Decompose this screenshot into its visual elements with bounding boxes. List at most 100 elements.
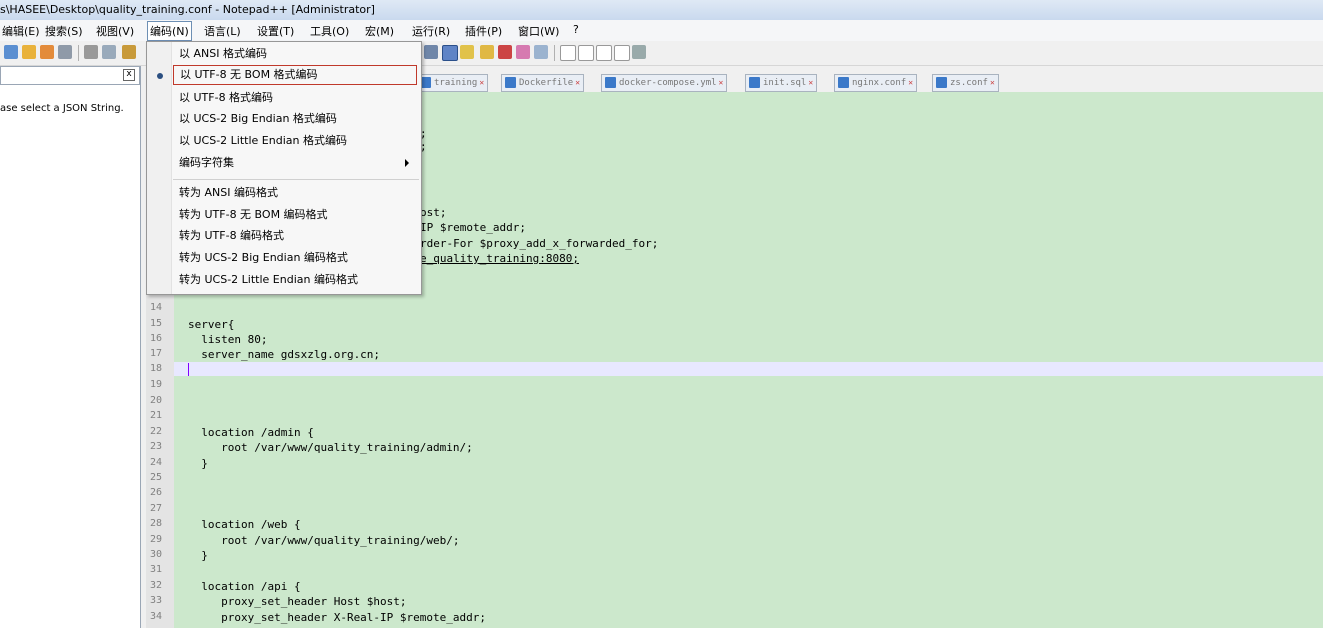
run-macro-multiple-icon[interactable] — [614, 45, 630, 61]
line-number: 32 — [150, 580, 163, 591]
function-list-icon[interactable] — [480, 45, 494, 59]
menu-encoding[interactable]: 编码(N) — [147, 21, 192, 41]
code-line: root /var/www/quality_training/web/; — [188, 534, 460, 547]
tab-close-icon[interactable]: ✕ — [990, 75, 995, 91]
close-all-icon[interactable] — [40, 45, 54, 59]
line-number: 31 — [150, 564, 163, 575]
line-number: 28 — [150, 518, 163, 529]
tab-label: nginx.conf — [852, 78, 907, 88]
monitoring-icon[interactable] — [516, 45, 530, 59]
menu-encode-ucs2-be[interactable]: 以 UCS-2 Big Endian 格式编码 — [173, 109, 417, 129]
tab-init-sql[interactable]: init.sql ✕ — [745, 74, 818, 92]
line-number: 26 — [150, 487, 163, 498]
menu-encode-utf8-no-bom[interactable]: 以 UTF-8 无 BOM 格式编码 — [173, 65, 417, 85]
code-line: location /web { — [188, 518, 301, 531]
tab-nginx-conf[interactable]: nginx.conf ✕ — [834, 74, 918, 92]
show-all-chars-icon[interactable] — [424, 45, 438, 59]
code-line: listen 80; — [188, 333, 268, 346]
menu-convert-ansi[interactable]: 转为 ANSI 编码格式 — [173, 183, 417, 203]
line-number: 19 — [150, 379, 163, 390]
text-caret — [188, 363, 189, 376]
menu-charset-submenu[interactable]: 编码字符集 — [173, 153, 417, 173]
menu-convert-ucs2-le[interactable]: 转为 UCS-2 Little Endian 编码格式 — [173, 270, 417, 290]
panel-message: ase select a JSON String. — [0, 103, 124, 114]
tab-training[interactable]: training ✕ — [416, 74, 489, 92]
menu-settings[interactable]: 设置(T) — [255, 23, 296, 39]
panel-header: x — [0, 66, 140, 85]
menu-plugins[interactable]: 插件(P) — [463, 23, 504, 39]
save-macro-icon[interactable] — [632, 45, 646, 59]
line-number: 33 — [150, 595, 163, 606]
menu-search[interactable]: 搜索(S) — [43, 23, 85, 39]
eye-icon[interactable] — [534, 45, 548, 59]
print-icon[interactable] — [58, 45, 72, 59]
line-number: 24 — [150, 457, 163, 468]
line-number: 30 — [150, 549, 163, 560]
record-macro-icon[interactable] — [560, 45, 576, 61]
encoding-dropdown-menu: 以 ANSI 格式编码 以 UTF-8 无 BOM 格式编码 以 UTF-8 格… — [146, 41, 422, 295]
file-icon — [605, 77, 616, 88]
code-line: } — [188, 457, 208, 470]
menu-convert-utf8[interactable]: 转为 UTF-8 编码格式 — [173, 226, 417, 246]
tab-close-icon[interactable]: ✕ — [479, 75, 484, 91]
tab-close-icon[interactable]: ✕ — [908, 75, 913, 91]
menu-help[interactable]: ? — [571, 23, 581, 36]
menu-convert-utf8-no-bom[interactable]: 转为 UTF-8 无 BOM 编码格式 — [173, 205, 417, 225]
toolbar-separator — [554, 45, 555, 61]
menu-edit[interactable]: 编辑(E) — [0, 23, 42, 39]
tab-close-icon[interactable]: ✕ — [719, 75, 724, 91]
window-title: s\HASEE\Desktop\quality_training.conf - … — [0, 3, 375, 16]
line-number: 16 — [150, 333, 163, 344]
menu-encode-ansi[interactable]: 以 ANSI 格式编码 — [173, 44, 417, 64]
submenu-arrow-icon — [405, 159, 409, 167]
tab-docker-compose[interactable]: docker-compose.yml ✕ — [601, 74, 728, 92]
copy-icon[interactable] — [102, 45, 116, 59]
tab-label: docker-compose.yml — [619, 78, 717, 88]
code-line: server_name gdsxzlg.org.cn; — [188, 348, 381, 361]
menu-icon-column — [147, 42, 172, 294]
current-line-highlight — [174, 362, 1323, 376]
title-bar: s\HASEE\Desktop\quality_training.conf - … — [0, 0, 1323, 21]
file-icon — [749, 77, 760, 88]
tab-close-icon[interactable]: ✕ — [808, 75, 813, 91]
code-line: location /admin { — [188, 426, 314, 439]
charset-label: 编码字符集 — [179, 156, 234, 169]
indent-guide-icon[interactable] — [442, 45, 458, 61]
document-map-icon[interactable] — [460, 45, 474, 59]
tab-zs-conf[interactable]: zs.conf ✕ — [932, 74, 999, 92]
code-line: proxy_set_header Host $host; — [188, 595, 407, 608]
line-number: 21 — [150, 410, 163, 421]
menu-encode-ucs2-le[interactable]: 以 UCS-2 Little Endian 格式编码 — [173, 131, 417, 151]
menu-language[interactable]: 语言(L) — [202, 23, 243, 39]
menu-run[interactable]: 运行(R) — [410, 23, 452, 39]
cut-icon[interactable] — [84, 45, 98, 59]
menu-macro[interactable]: 宏(M) — [363, 23, 396, 39]
menu-convert-ucs2-be[interactable]: 转为 UCS-2 Big Endian 编码格式 — [173, 248, 417, 268]
line-number: 18 — [150, 363, 163, 374]
tab-label: zs.conf — [950, 78, 988, 88]
play-macro-icon[interactable] — [596, 45, 612, 61]
menu-tools[interactable]: 工具(O) — [308, 23, 351, 39]
line-number: 23 — [150, 441, 163, 452]
menu-view[interactable]: 视图(V) — [94, 23, 136, 39]
menu-window[interactable]: 窗口(W) — [516, 23, 561, 39]
menu-encode-utf8[interactable]: 以 UTF-8 格式编码 — [173, 88, 417, 108]
code-line: root /var/www/quality_training/admin/; — [188, 441, 473, 454]
tab-dockerfile[interactable]: Dockerfile ✕ — [501, 74, 585, 92]
json-viewer-panel: x ase select a JSON String. — [0, 66, 141, 628]
line-number: 20 — [150, 395, 163, 406]
line-number: 14 — [150, 302, 163, 313]
stop-macro-icon[interactable] — [578, 45, 594, 61]
panel-close-button[interactable]: x — [123, 69, 135, 81]
close-icon[interactable] — [22, 45, 36, 59]
tab-close-icon[interactable]: ✕ — [575, 75, 580, 91]
line-number: 22 — [150, 426, 163, 437]
code-line: location /api { — [188, 580, 301, 593]
folder-workspace-icon[interactable] — [498, 45, 512, 59]
paste-icon[interactable] — [122, 45, 136, 59]
tab-label: training — [434, 78, 478, 88]
save-all-icon[interactable] — [4, 45, 18, 59]
line-number: 29 — [150, 534, 163, 545]
file-icon — [936, 77, 947, 88]
code-partial: rder-For $proxy_add_x_forwarded_for; — [420, 237, 659, 250]
